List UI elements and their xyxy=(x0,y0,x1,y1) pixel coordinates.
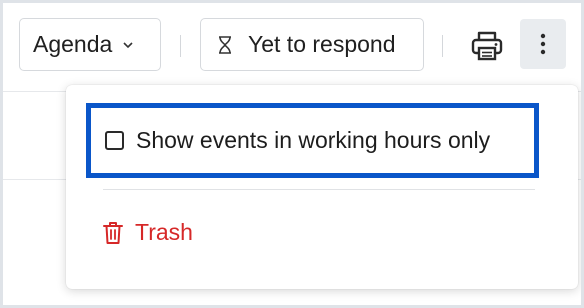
more-options-button[interactable] xyxy=(520,19,566,69)
trash-label: Trash xyxy=(135,219,193,245)
view-selector-dropdown[interactable]: Agenda xyxy=(19,18,161,71)
toolbar-separator xyxy=(442,35,443,57)
yet-to-respond-button[interactable]: Yet to respond xyxy=(200,18,424,71)
hourglass-icon xyxy=(219,35,231,54)
kebab-menu-icon xyxy=(540,33,546,55)
working-hours-label: Show events in working hours only xyxy=(136,127,491,153)
menu-divider xyxy=(103,189,535,190)
chevron-down-icon xyxy=(123,41,133,48)
trash-menu-item[interactable]: Trash xyxy=(102,219,193,246)
app-frame: Agenda Yet to respond Show events in wor… xyxy=(3,3,581,305)
toolbar: Agenda Yet to respond xyxy=(3,3,581,93)
working-hours-checkbox[interactable] xyxy=(105,131,124,150)
working-hours-option[interactable]: Show events in working hours only xyxy=(86,103,539,178)
more-options-menu: Show events in working hours only Trash xyxy=(66,85,578,289)
trash-icon xyxy=(103,221,123,244)
view-selector-label: Agenda xyxy=(33,31,113,57)
yet-to-respond-label: Yet to respond xyxy=(248,31,396,57)
toolbar-separator xyxy=(180,35,181,57)
printer-icon[interactable] xyxy=(470,30,504,62)
